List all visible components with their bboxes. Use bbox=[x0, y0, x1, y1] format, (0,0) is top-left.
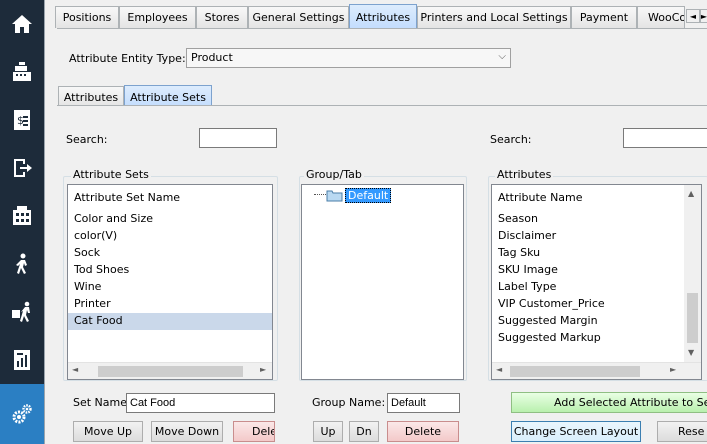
search-right-input[interactable] bbox=[623, 128, 707, 148]
list-item[interactable]: Suggested Markup bbox=[492, 330, 701, 347]
invoice-icon: $ bbox=[14, 110, 30, 130]
scroll-left-arrow-icon[interactable]: ◄ bbox=[496, 365, 502, 374]
nav-signout-button[interactable] bbox=[0, 144, 44, 192]
chevron-down-icon: ⌵ bbox=[498, 51, 506, 62]
scroll-left-arrow-icon[interactable]: ◄ bbox=[72, 365, 78, 374]
nav-reports-button[interactable] bbox=[0, 336, 44, 384]
scroll-thumb[interactable] bbox=[687, 293, 698, 343]
tab-strip-divider bbox=[57, 28, 707, 29]
delete-group-button[interactable]: Delete bbox=[387, 421, 459, 442]
inventory-grid-icon bbox=[13, 206, 31, 225]
set-name-label: Set Name: bbox=[73, 396, 131, 409]
attributes-list[interactable]: Attribute Name Season Disclaimer Tag Sku… bbox=[491, 184, 702, 380]
group-name-input[interactable] bbox=[387, 393, 460, 413]
attributes-hscrollbar[interactable]: ◄ ► bbox=[492, 362, 701, 379]
folder-icon bbox=[326, 190, 343, 202]
list-item[interactable]: Tod Shoes bbox=[68, 262, 272, 279]
tab-scroll-left-button[interactable]: ◄ bbox=[686, 9, 700, 23]
settings-gears-icon bbox=[12, 404, 32, 424]
nav-customers-button[interactable] bbox=[0, 240, 44, 288]
nav-delivery-button[interactable] bbox=[0, 288, 44, 336]
list-item[interactable]: Printer bbox=[68, 296, 272, 313]
attribute-sets-title: Attribute Sets bbox=[71, 168, 151, 181]
move-down-button[interactable]: Move Down bbox=[151, 421, 223, 442]
scroll-right-arrow-icon[interactable]: ► bbox=[670, 365, 676, 374]
reports-icon bbox=[14, 350, 30, 370]
svg-text:$: $ bbox=[17, 114, 24, 127]
list-item[interactable]: Disclaimer bbox=[492, 228, 701, 245]
group-tab-tree[interactable]: Default bbox=[301, 184, 464, 380]
sign-out-icon bbox=[14, 159, 32, 177]
list-item[interactable]: Tag Sku bbox=[492, 245, 701, 262]
entity-type-value: Product bbox=[191, 51, 233, 64]
scroll-thumb[interactable] bbox=[98, 366, 243, 377]
list-item[interactable]: Wine bbox=[68, 279, 272, 296]
group-tab-title: Group/Tab bbox=[304, 168, 364, 181]
add-selected-attribute-button[interactable]: Add Selected Attribute to Selec bbox=[511, 392, 707, 413]
nav-home-button[interactable] bbox=[0, 0, 44, 48]
subtab-attributes[interactable]: Attributes bbox=[58, 86, 124, 107]
delivery-icon bbox=[12, 301, 30, 322]
entity-type-dropdown[interactable]: Product ⌵ bbox=[186, 48, 511, 68]
scroll-up-arrow-icon[interactable]: ▲ bbox=[688, 189, 694, 198]
group-up-button[interactable]: Up bbox=[313, 421, 343, 442]
set-name-input[interactable] bbox=[126, 393, 275, 413]
tab-general-settings[interactable]: General Settings bbox=[248, 6, 349, 28]
group-down-button[interactable]: Dn bbox=[349, 421, 379, 442]
left-navigation: $ bbox=[0, 0, 44, 444]
attributes-title: Attributes bbox=[495, 168, 554, 181]
walking-person-icon bbox=[16, 253, 27, 274]
tab-printers-local-settings[interactable]: Printers and Local Settings bbox=[417, 6, 571, 28]
reset-button[interactable]: Rese bbox=[657, 421, 707, 442]
tree-item-label: Default bbox=[345, 188, 392, 203]
scroll-down-arrow-icon[interactable]: ▼ bbox=[688, 348, 694, 357]
attribute-sets-hscrollbar[interactable]: ◄ ► bbox=[68, 362, 272, 379]
scroll-thumb[interactable] bbox=[510, 366, 640, 377]
nav-invoice-button[interactable]: $ bbox=[0, 96, 44, 144]
list-item[interactable]: Season bbox=[492, 211, 701, 228]
entity-type-label: Attribute Entity Type: bbox=[69, 52, 186, 65]
tab-stores[interactable]: Stores bbox=[196, 6, 248, 28]
move-up-button[interactable]: Move Up bbox=[73, 421, 143, 442]
attribute-name-header[interactable]: Attribute Name bbox=[492, 188, 589, 208]
tab-scroll-right-button[interactable]: ► bbox=[700, 9, 707, 23]
tab-payment[interactable]: Payment bbox=[571, 6, 637, 28]
search-left-input[interactable] bbox=[199, 128, 277, 148]
tab-wooco[interactable]: WooCo bbox=[637, 6, 685, 28]
nav-inventory-button[interactable] bbox=[0, 192, 44, 240]
group-name-label: Group Name: bbox=[312, 396, 386, 409]
tree-item-default[interactable]: Default bbox=[326, 188, 392, 203]
tab-positions[interactable]: Positions bbox=[55, 6, 119, 28]
list-item[interactable]: Color and Size bbox=[68, 211, 272, 228]
home-icon bbox=[12, 15, 32, 33]
tab-attributes[interactable]: Attributes bbox=[349, 4, 417, 29]
settings-content: Positions Employees Stores General Setti… bbox=[44, 0, 707, 444]
attribute-set-name-header[interactable]: Attribute Set Name bbox=[68, 188, 186, 208]
search-left-label: Search: bbox=[66, 133, 108, 146]
tree-line bbox=[314, 194, 326, 195]
search-right-label: Search: bbox=[490, 133, 532, 146]
cash-register-icon bbox=[13, 62, 31, 81]
attributes-vscrollbar[interactable]: ▲ ▼ bbox=[684, 185, 701, 362]
tab-employees[interactable]: Employees bbox=[119, 6, 196, 28]
change-screen-layout-button[interactable]: Change Screen Layout bbox=[511, 421, 641, 442]
list-item[interactable]: Suggested Margin bbox=[492, 313, 701, 330]
list-item[interactable]: Label Type bbox=[492, 279, 701, 296]
nav-register-button[interactable] bbox=[0, 48, 44, 96]
list-item[interactable]: color(V) bbox=[68, 228, 272, 245]
list-item[interactable]: SKU Image bbox=[492, 262, 701, 279]
list-item[interactable]: Sock bbox=[68, 245, 272, 262]
list-item-selected[interactable]: Cat Food bbox=[68, 313, 272, 330]
delete-set-button[interactable]: Dele bbox=[233, 421, 275, 442]
list-item[interactable]: VIP Customer_Price bbox=[492, 296, 701, 313]
nav-settings-button[interactable] bbox=[0, 384, 44, 444]
scroll-right-arrow-icon[interactable]: ► bbox=[260, 365, 266, 374]
attribute-sets-list[interactable]: Attribute Set Name Color and Size color(… bbox=[67, 184, 273, 380]
